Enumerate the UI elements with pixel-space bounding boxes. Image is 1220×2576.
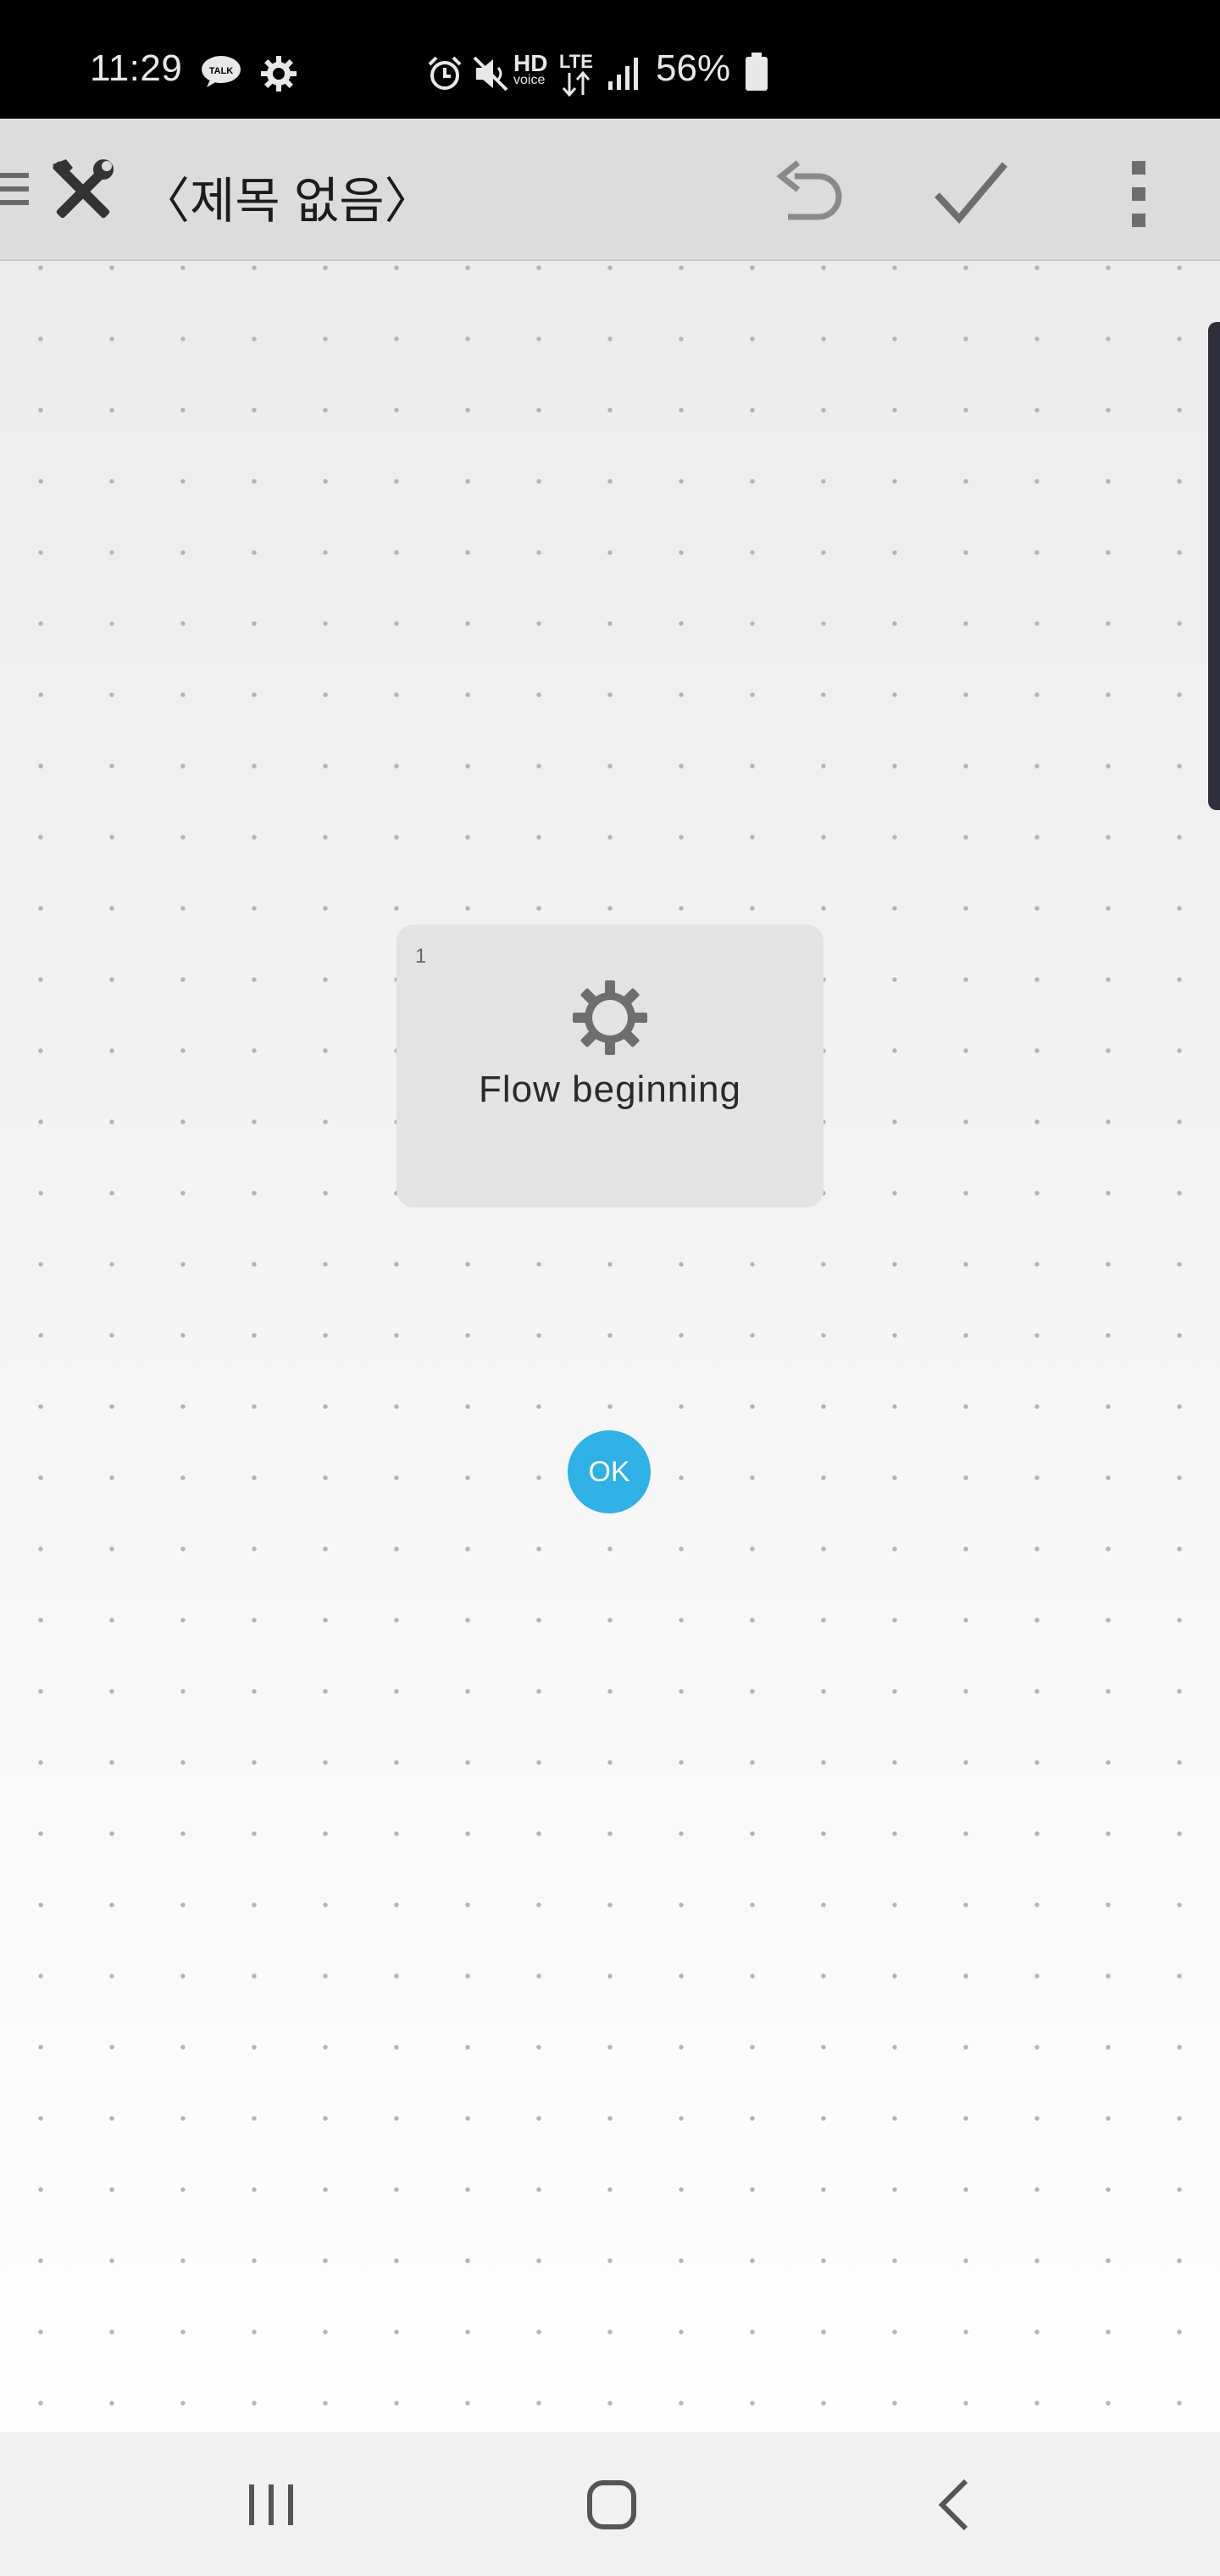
alarm-icon [428,56,462,90]
confirm-check-icon[interactable] [932,158,1010,229]
ok-connector-button[interactable]: OK [568,1430,651,1513]
svg-text:TALK: TALK [209,66,234,76]
node-label: Flow beginning [479,1069,741,1110]
kakaotalk-icon: TALK [202,56,241,87]
hd-voice-label: HD voice [513,50,548,87]
navigation-bar [0,2432,1220,2576]
undo-icon[interactable] [769,159,846,227]
signal-icon [608,58,638,90]
flow-canvas[interactable] [0,261,1220,2432]
status-time: 11:29 [90,47,183,89]
dot-grid [0,261,1220,2432]
node-number: 1 [415,945,427,968]
status-bar: 11:29 TALK HD voice LTE 56% [0,0,1220,119]
settings-gear-icon [261,56,297,92]
back-icon[interactable] [932,2478,974,2532]
more-options-icon[interactable] [1117,158,1161,230]
home-icon[interactable] [585,2478,639,2532]
recent-apps-icon[interactable] [246,2479,297,2530]
battery-icon [746,53,768,91]
battery-percent: 56% [656,47,731,89]
page-title: 〈제목 없음〉 [141,174,434,229]
gear-icon [573,980,647,1055]
tools-icon [53,159,114,219]
flow-node-block[interactable]: 1 Flow beginning [396,924,824,1208]
data-arrows-icon [562,71,591,97]
drawer-menu-icon[interactable] [0,169,29,208]
scroll-handle[interactable] [1208,322,1220,810]
lte-label: LTE [559,51,593,72]
mute-icon [473,56,508,92]
app-bar: 〈제목 없음〉 [0,119,1220,261]
